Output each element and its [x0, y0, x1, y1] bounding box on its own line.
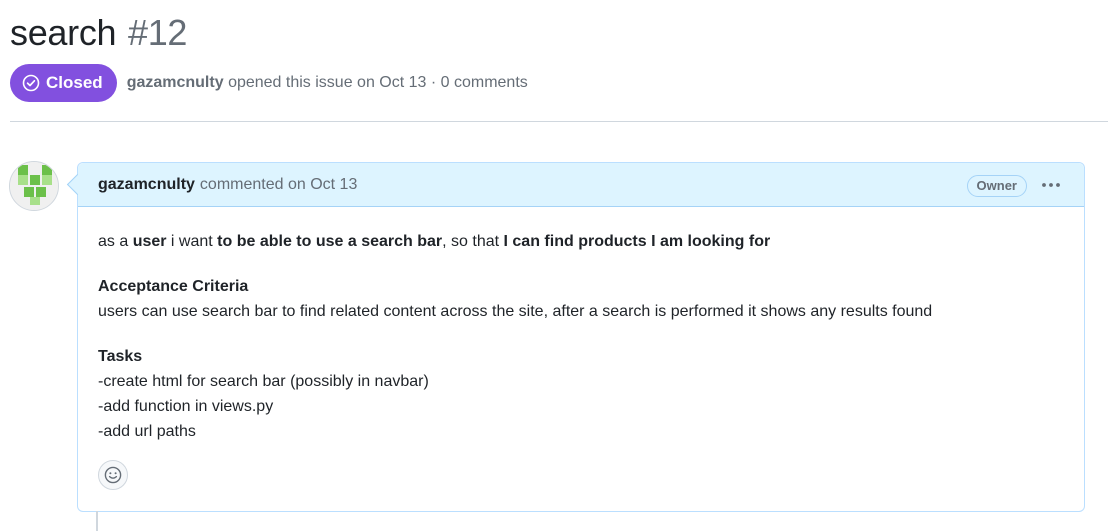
identicon — [10, 162, 58, 210]
story-text-1: as a — [98, 233, 133, 250]
kebab-horizontal-icon — [1042, 183, 1060, 187]
story-text-3: , so that — [442, 233, 504, 250]
issue-number: #12 — [127, 12, 188, 53]
user-story: as a user i want to be able to use a sea… — [98, 229, 1064, 254]
comment-body: as a user i want to be able to use a sea… — [78, 207, 1084, 444]
check-circle-icon — [22, 74, 40, 92]
state-label: Closed — [46, 73, 103, 92]
comment-options-button[interactable] — [1038, 174, 1064, 196]
tasks-section: Tasks -create html for search bar (possi… — [98, 344, 1064, 444]
story-benefit: I can find products I am looking for — [503, 233, 771, 250]
task-item: -create html for search bar (possibly in… — [98, 373, 429, 390]
criteria-text: users can use search bar to find related… — [98, 303, 933, 320]
tasks-heading: Tasks — [98, 348, 143, 365]
task-item: -add url paths — [98, 423, 196, 440]
issue-title-text: search — [10, 12, 117, 53]
issue-page: search #12 Closed gazamcnulty opened thi… — [0, 0, 1108, 531]
add-reaction-button[interactable] — [98, 460, 128, 490]
story-goal: to be able to use a search bar — [217, 233, 443, 250]
comment-author-link[interactable]: gazamcnulty — [98, 176, 195, 194]
timeline-line — [96, 511, 98, 531]
criteria-heading: Acceptance Criteria — [98, 278, 249, 295]
state-badge: Closed — [10, 64, 117, 102]
issue-opened-text: gazamcnulty opened this issue on Oct 13 … — [127, 74, 528, 92]
issue-title: search #12 — [10, 12, 187, 54]
owner-badge: Owner — [966, 175, 1027, 197]
header-divider — [10, 121, 1108, 122]
avatar[interactable] — [9, 161, 59, 211]
smiley-icon — [104, 466, 122, 484]
comment-box: gazamcnulty commented on Oct 13 Owner as… — [77, 162, 1085, 512]
comment-header: gazamcnulty commented on Oct 13 Owner — [78, 163, 1084, 207]
acceptance-criteria: Acceptance Criteria users can use search… — [98, 274, 1064, 324]
task-item: -add function in views.py — [98, 398, 274, 415]
opened-info: opened this issue on Oct 13 · 0 comments — [228, 74, 528, 91]
issue-meta: Closed gazamcnulty opened this issue on … — [10, 64, 528, 102]
comment-timestamp[interactable]: commented on Oct 13 — [200, 176, 357, 194]
issue-author-link[interactable]: gazamcnulty — [127, 74, 224, 91]
story-text-2: i want — [166, 233, 218, 250]
story-role: user — [132, 233, 167, 250]
